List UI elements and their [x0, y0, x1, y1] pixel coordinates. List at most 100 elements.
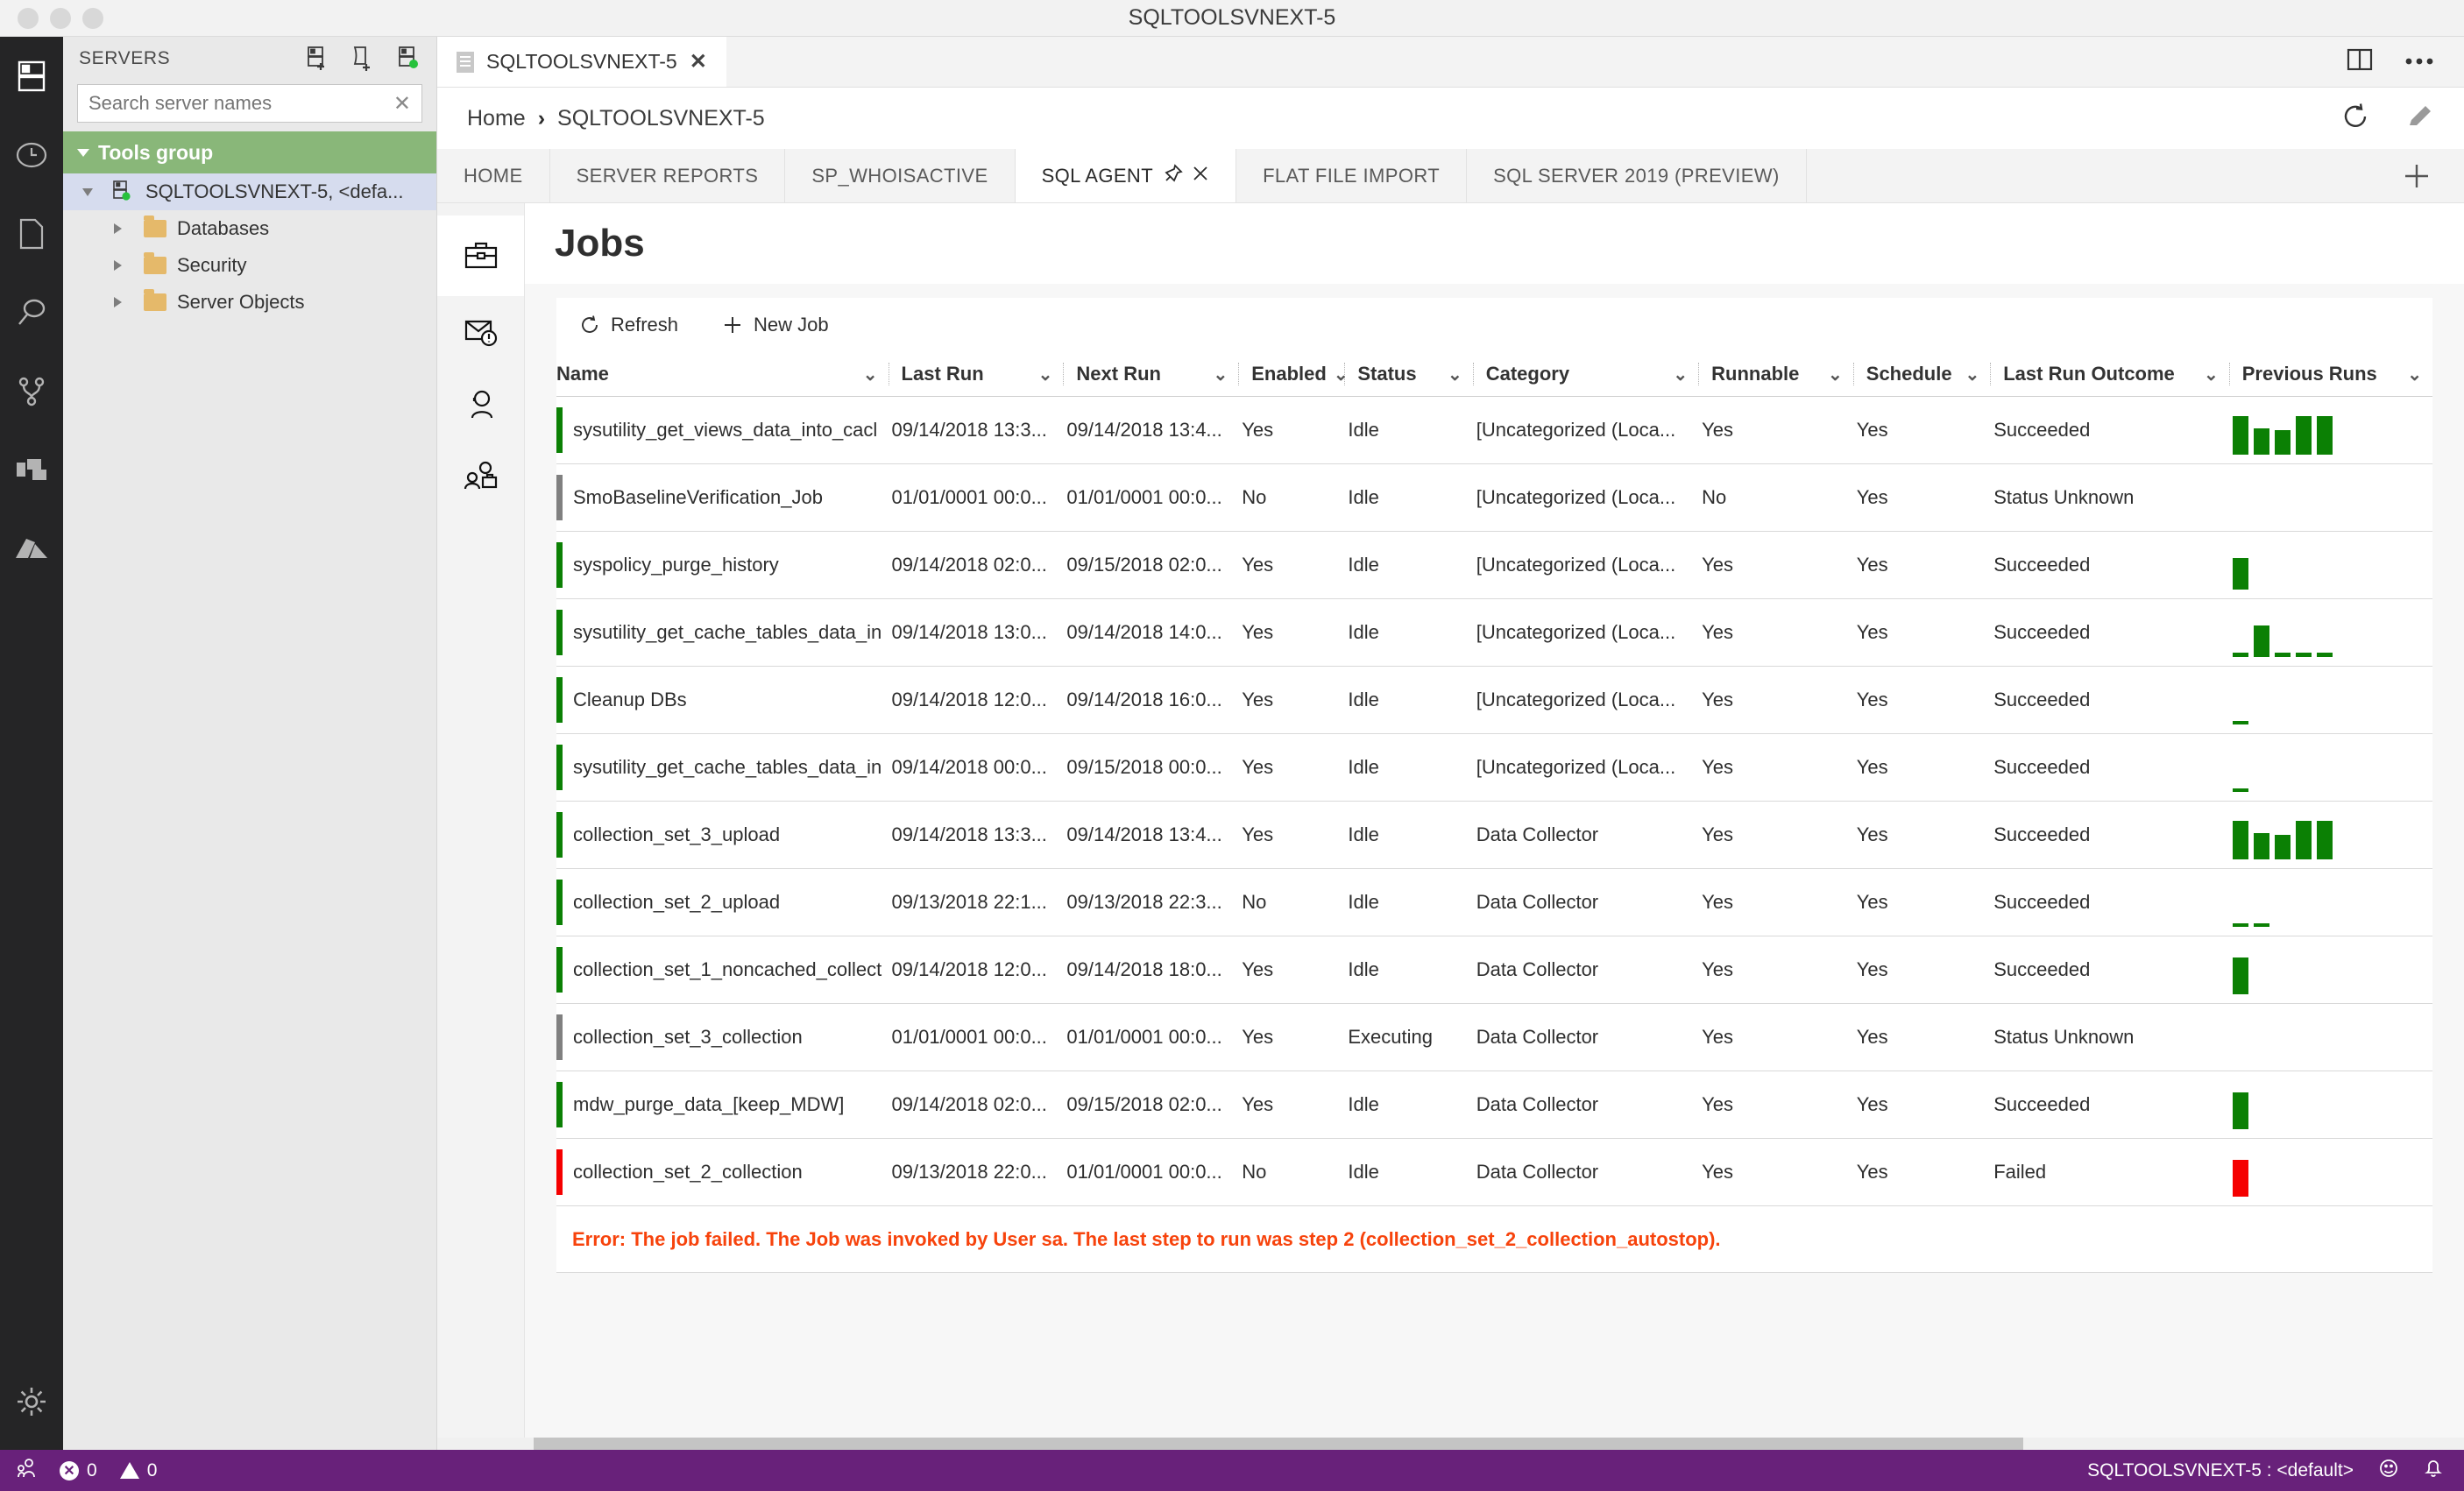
- column-header-enabled[interactable]: Enabled ⌄: [1238, 352, 1349, 397]
- cell-previous-runs: [2228, 1003, 2432, 1071]
- tab-flat-file-import[interactable]: FLAT FILE IMPORT: [1236, 149, 1468, 202]
- chevron-right-icon: ›: [537, 105, 546, 131]
- connection-status-label[interactable]: SQLTOOLSVNEXT-5 : <default>: [2087, 1460, 2354, 1481]
- column-header-last-run[interactable]: Last Run ⌄: [888, 352, 1064, 397]
- table-row[interactable]: sysutility_get_cache_tables_data_in 09/14…: [556, 733, 2432, 802]
- feedback-smiley-icon[interactable]: [2378, 1458, 2399, 1484]
- settings-gear-icon[interactable]: [0, 1362, 63, 1441]
- split-editor-icon[interactable]: [2347, 48, 2373, 75]
- extensions-icon[interactable]: [0, 431, 63, 510]
- tab-sp-whoisactive[interactable]: SP_WHOISACTIVE: [785, 149, 1016, 202]
- table-row[interactable]: Cleanup DBs 09/14/2018 12:0... 09/14/2018 …: [556, 666, 2432, 734]
- tree-item-server[interactable]: SQLTOOLSVNEXT-5, <defa...: [63, 173, 436, 210]
- chevron-down-icon[interactable]: ⌄: [2204, 364, 2219, 385]
- row-status-accent: [556, 812, 563, 858]
- servers-icon[interactable]: [0, 37, 63, 116]
- expand-toggle-icon[interactable]: [114, 223, 144, 234]
- cell-last-run-outcome-value: Status Unknown: [1993, 486, 2135, 508]
- column-header-runnable[interactable]: Runnable ⌄: [1698, 352, 1853, 397]
- chevron-down-icon[interactable]: ⌄: [1038, 364, 1053, 385]
- connected-server-icon[interactable]: [396, 46, 421, 72]
- cell-schedule-value: Yes: [1856, 958, 1888, 980]
- table-row[interactable]: SmoBaselineVerification_Job 01/01/0001 00…: [556, 463, 2432, 532]
- notifications-bell-icon[interactable]: [2424, 1458, 2443, 1484]
- cell-next-run-value: 09/15/2018 00:0...: [1066, 756, 1222, 778]
- table-header-row: Name ⌄ Last Run ⌄ Next Run ⌄ Enabled ⌄ S…: [556, 352, 2432, 397]
- rail-item-operators[interactable]: [437, 368, 524, 440]
- chevron-down-icon[interactable]: ⌄: [1965, 364, 1979, 385]
- warnings-indicator[interactable]: 0: [119, 1460, 157, 1481]
- table-row[interactable]: collection_set_2_collection 09/13/2018 22…: [556, 1138, 2432, 1206]
- source-control-icon[interactable]: [0, 352, 63, 431]
- chevron-down-icon[interactable]: ⌄: [1673, 364, 1688, 385]
- previous-run-bar: [2232, 721, 2248, 724]
- azure-icon[interactable]: [0, 510, 63, 589]
- cell-status-value: Idle: [1348, 621, 1379, 643]
- rail-item-proxies[interactable]: [437, 440, 524, 512]
- tab-sql-agent[interactable]: SQL AGENT: [1015, 149, 1237, 202]
- editor-tab-sqltoolsvnext-5[interactable]: SQLTOOLSVNEXT-5 ✕: [437, 37, 726, 87]
- column-header-next-run[interactable]: Next Run ⌄: [1063, 352, 1239, 397]
- cell-last-run-outcome: Succeeded: [1990, 666, 2229, 734]
- previous-run-bar: [2295, 416, 2312, 455]
- chevron-down-icon[interactable]: ⌄: [1828, 364, 1843, 385]
- table-body: sysutility_get_views_data_into_cacl 09/14…: [556, 396, 2432, 1273]
- table-row[interactable]: mdw_purge_data_[keep_MDW] 09/14/2018 02:0…: [556, 1071, 2432, 1139]
- history-clock-icon[interactable]: [0, 116, 63, 194]
- file-icon[interactable]: [0, 194, 63, 273]
- close-tab-icon[interactable]: ✕: [690, 49, 707, 74]
- search-icon[interactable]: [0, 273, 63, 352]
- scrollbar-thumb[interactable]: [534, 1438, 2023, 1450]
- refresh-dashboard-icon[interactable]: [2341, 102, 2371, 136]
- more-actions-icon[interactable]: [2404, 54, 2434, 70]
- chevron-down-icon[interactable]: ⌄: [1448, 364, 1462, 385]
- close-tab-icon[interactable]: [1192, 165, 1209, 187]
- tree-item-databases[interactable]: Databases: [63, 210, 436, 247]
- refresh-button[interactable]: Refresh: [579, 314, 678, 336]
- tree-item-server-objects[interactable]: Server Objects: [63, 284, 436, 321]
- column-header-name[interactable]: Name ⌄: [556, 352, 889, 397]
- server-group-tools-group[interactable]: Tools group: [63, 131, 436, 173]
- chevron-down-icon[interactable]: ⌄: [863, 364, 878, 385]
- clear-search-icon[interactable]: ✕: [393, 91, 411, 117]
- chevron-down-icon[interactable]: ⌄: [1213, 364, 1228, 385]
- table-row[interactable]: collection_set_2_upload 09/13/2018 22:1..…: [556, 868, 2432, 936]
- breadcrumb-current[interactable]: SQLTOOLSVNEXT-5: [557, 106, 765, 131]
- errors-indicator[interactable]: ✕ 0: [60, 1460, 97, 1481]
- table-row[interactable]: sysutility_get_cache_tables_data_in 09/14…: [556, 598, 2432, 667]
- column-header-previous-runs[interactable]: Previous Runs ⌄: [2228, 352, 2432, 397]
- breadcrumb-home[interactable]: Home: [467, 106, 526, 131]
- expand-toggle-icon[interactable]: [114, 260, 144, 271]
- add-tab-icon[interactable]: [2369, 149, 2464, 202]
- search-input[interactable]: [89, 92, 393, 115]
- horizontal-scrollbar[interactable]: [437, 1438, 2464, 1450]
- cell-status-value: Idle: [1348, 756, 1379, 778]
- server-search-box[interactable]: ✕: [77, 84, 422, 123]
- column-header-status[interactable]: Status ⌄: [1344, 352, 1473, 397]
- chevron-down-icon[interactable]: ⌄: [1334, 364, 1349, 385]
- expand-toggle-icon[interactable]: [82, 187, 112, 196]
- column-header-last-run-outcome[interactable]: Last Run Outcome ⌄: [1990, 352, 2229, 397]
- new-connection-icon[interactable]: [305, 46, 329, 72]
- tab-sql-server-2019-preview[interactable]: SQL SERVER 2019 (PREVIEW): [1467, 149, 1807, 202]
- column-header-category[interactable]: Category ⌄: [1472, 352, 1699, 397]
- table-row[interactable]: sysutility_get_views_data_into_cacl 09/14…: [556, 396, 2432, 464]
- pin-tab-icon[interactable]: [1164, 163, 1183, 188]
- table-row[interactable]: syspolicy_purge_history 09/14/2018 02:0..…: [556, 531, 2432, 599]
- column-header-schedule[interactable]: Schedule ⌄: [1852, 352, 1991, 397]
- tab-home[interactable]: HOME: [437, 149, 550, 202]
- table-row[interactable]: collection_set_1_noncached_collect 09/14/…: [556, 936, 2432, 1004]
- table-row[interactable]: collection_set_3_collection 01/01/0001 00…: [556, 1003, 2432, 1071]
- rail-item-jobs[interactable]: [437, 216, 524, 296]
- tab-label: SQL AGENT: [1041, 164, 1154, 187]
- table-row[interactable]: collection_set_3_upload 09/14/2018 13:3..…: [556, 801, 2432, 869]
- remote-connection-icon[interactable]: [16, 1458, 37, 1484]
- tree-item-security[interactable]: Security: [63, 247, 436, 284]
- chevron-down-icon[interactable]: ⌄: [2407, 364, 2422, 385]
- new-server-group-icon[interactable]: [350, 46, 375, 72]
- expand-toggle-icon[interactable]: [114, 297, 144, 307]
- edit-dashboard-icon[interactable]: [2406, 102, 2434, 135]
- new-job-button[interactable]: New Job: [722, 314, 829, 336]
- rail-item-alerts[interactable]: [437, 296, 524, 368]
- tab-server-reports[interactable]: SERVER REPORTS: [550, 149, 786, 202]
